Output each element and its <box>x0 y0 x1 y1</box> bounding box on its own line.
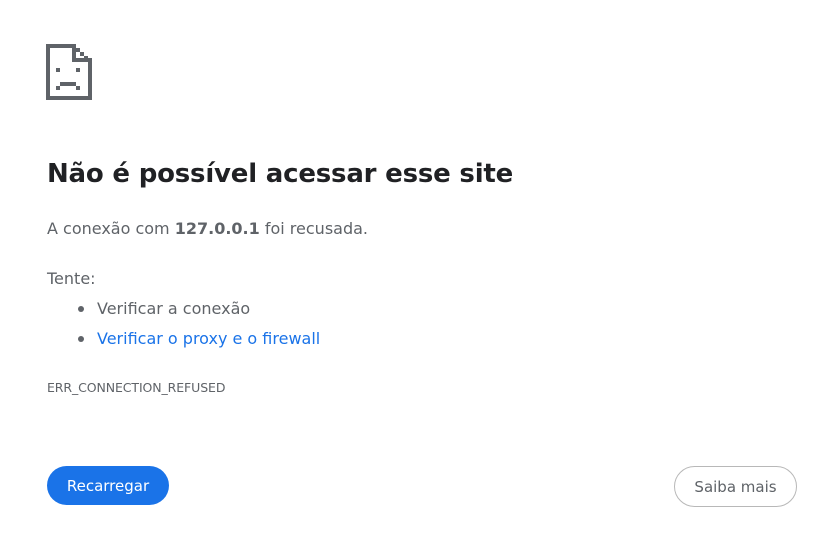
try-label: Tente: <box>47 269 96 288</box>
error-page: Não é possível acessar esse site A conex… <box>0 0 823 539</box>
bullet-icon <box>78 306 84 312</box>
suggestion-check-proxy-link[interactable]: Verificar o proxy e o firewall <box>97 329 320 348</box>
suggestions-list: Verificar a conexão Verificar o proxy e … <box>47 296 320 356</box>
summary-host: 127.0.0.1 <box>174 219 260 238</box>
summary-prefix: A conexão com <box>47 219 175 238</box>
page-title: Não é possível acessar esse site <box>47 159 514 189</box>
error-summary: A conexão com 127.0.0.1 foi recusada. <box>47 219 368 238</box>
sad-page-icon <box>46 44 94 102</box>
bullet-icon <box>78 336 84 342</box>
summary-suffix: foi recusada. <box>259 219 368 238</box>
reload-button[interactable]: Recarregar <box>47 466 169 505</box>
suggestion-check-connection: Verificar a conexão <box>97 299 251 318</box>
suggestion-item: Verificar o proxy e o firewall <box>47 326 320 356</box>
error-code: ERR_CONNECTION_REFUSED <box>47 380 226 395</box>
suggestion-item: Verificar a conexão <box>47 296 320 326</box>
details-button[interactable]: Saiba mais <box>674 466 797 507</box>
